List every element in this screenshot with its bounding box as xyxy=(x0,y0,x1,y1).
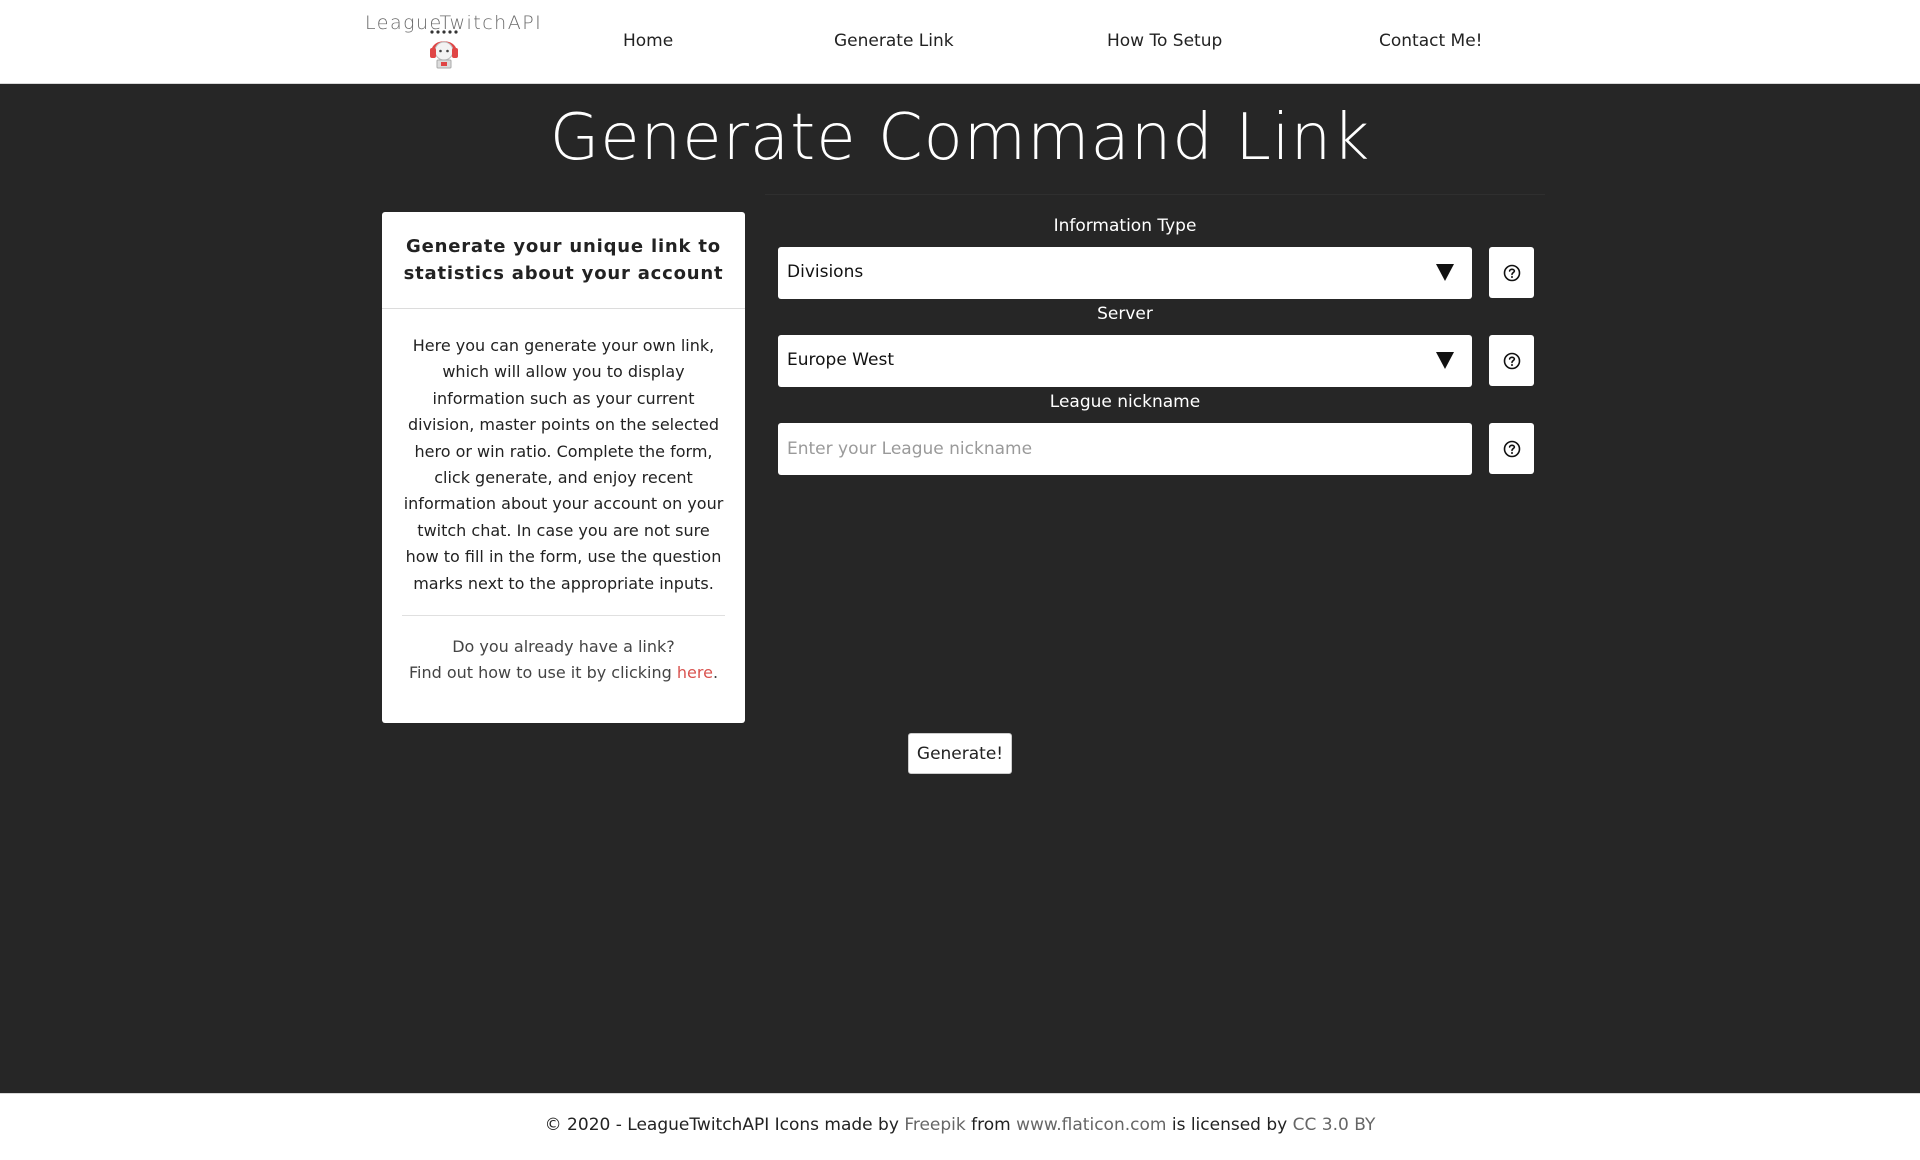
nav-contact-me[interactable]: Contact Me! xyxy=(1379,31,1483,51)
server-label: Server xyxy=(1097,304,1153,324)
info-type-label: Information Type xyxy=(1053,216,1197,236)
hint-suffix: . xyxy=(712,663,719,683)
nickname-label: League nickname xyxy=(1049,392,1201,412)
generate-button[interactable]: Generate! xyxy=(908,733,1012,774)
info-card: Generate your unique link to statistics … xyxy=(382,212,745,723)
server-help-button[interactable] xyxy=(1489,335,1534,386)
site-logo[interactable]: LeagueTwitchAPI xyxy=(365,12,541,74)
nav-generate-link[interactable]: Generate Link xyxy=(834,31,954,51)
question-circle-icon xyxy=(1503,264,1520,281)
footer-from: from xyxy=(965,1115,1017,1135)
page-footer: © 2020 - LeagueTwitchAPI Icons made by F… xyxy=(0,1093,1920,1160)
question-circle-icon xyxy=(1503,352,1520,369)
here-link[interactable]: here xyxy=(677,663,713,682)
hint-prefix: Find out how to use it by clicking xyxy=(408,663,677,683)
info-type-value: Divisions xyxy=(787,262,864,282)
nav-how-to-setup[interactable]: How To Setup xyxy=(1107,31,1222,51)
existing-link-question: Do you already have a link? xyxy=(452,637,675,657)
license-link[interactable]: CC 3.0 BY xyxy=(1293,1115,1376,1135)
top-navbar: LeagueTwitchAPI Home Generate Link How T… xyxy=(0,0,1920,84)
card-header: Generate your unique link to statistics … xyxy=(382,212,745,309)
flaticon-link[interactable]: www.flaticon.com xyxy=(1016,1115,1166,1135)
info-type-select[interactable]: Divisions xyxy=(778,247,1472,299)
existing-link-hint: Find out how to use it by clicking here. xyxy=(392,660,735,686)
nickname-help-button[interactable] xyxy=(1489,423,1534,474)
nickname-input[interactable] xyxy=(778,423,1472,475)
card-footer: Do you already have a link? Find out how… xyxy=(382,616,745,687)
info-type-help-button[interactable] xyxy=(1489,247,1534,298)
card-description: Here you can generate your own link, whi… xyxy=(403,336,724,593)
freepik-link[interactable]: Freepik xyxy=(904,1115,965,1135)
server-value: Europe West xyxy=(787,350,894,370)
streamer-headset-icon xyxy=(430,30,458,69)
dropdown-arrow-icon xyxy=(1436,264,1454,281)
server-select[interactable]: Europe West xyxy=(778,335,1472,387)
footer-licensed: is licensed by xyxy=(1166,1115,1293,1135)
title-divider xyxy=(765,194,1545,195)
question-circle-icon xyxy=(1503,440,1520,457)
footer-credits: © 2020 - LeagueTwitchAPI Icons made by F… xyxy=(0,1115,1920,1135)
dropdown-arrow-icon xyxy=(1436,352,1454,369)
page-title: Generate Command Link xyxy=(549,101,1371,175)
footer-prefix: © 2020 - LeagueTwitchAPI Icons made by xyxy=(544,1115,905,1135)
nav-home[interactable]: Home xyxy=(623,31,673,51)
